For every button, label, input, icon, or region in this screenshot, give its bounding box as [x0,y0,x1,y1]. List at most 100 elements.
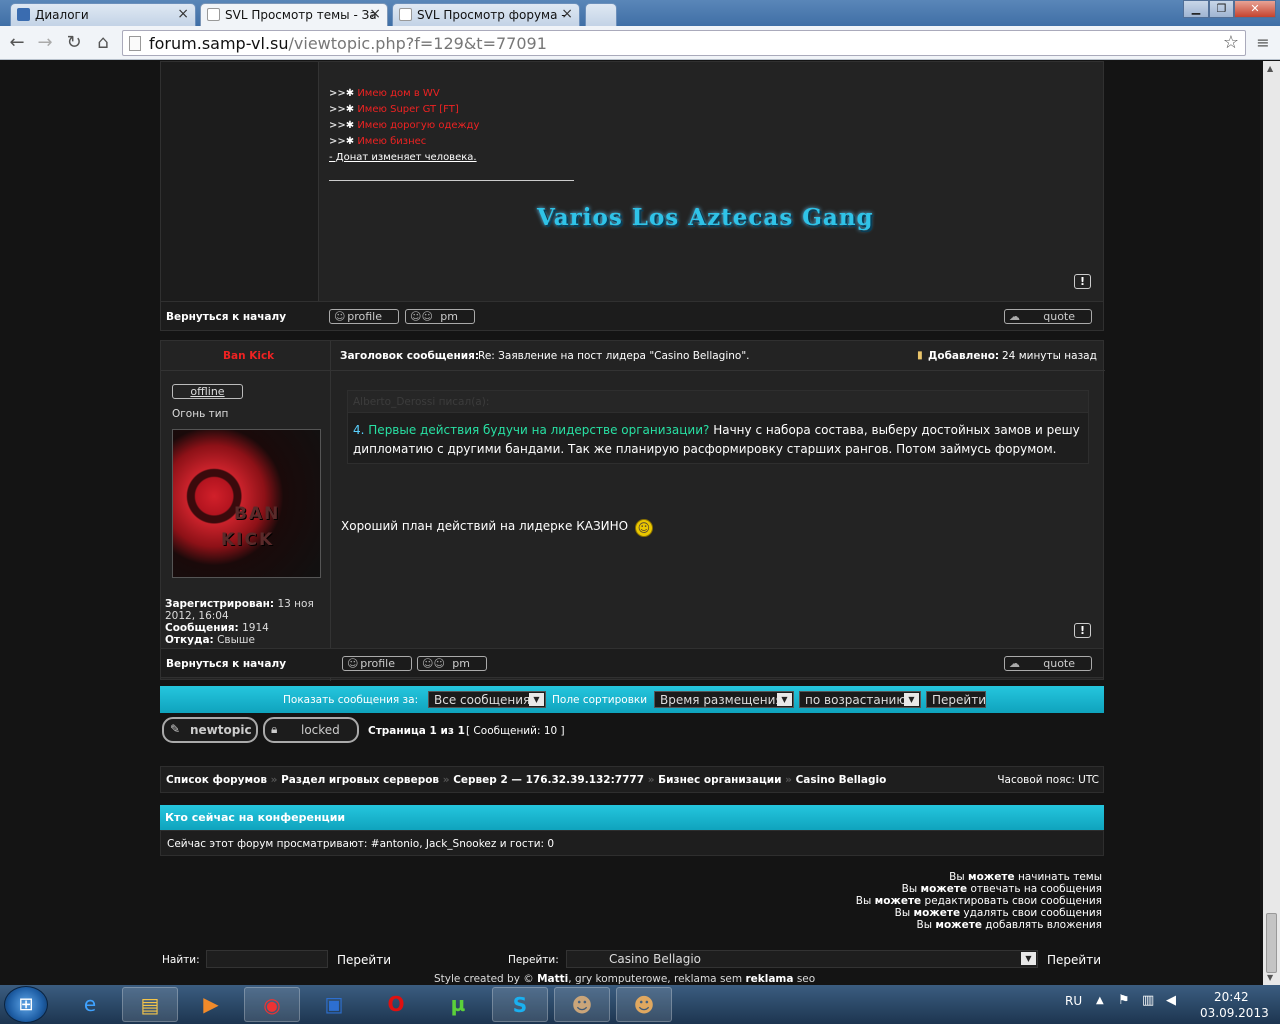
floppy-icon[interactable]: ▣ [306,987,362,1022]
explorer-icon[interactable]: ▤ [122,987,178,1022]
vertical-scrollbar[interactable]: ▲ ▼ [1263,61,1280,985]
game-icon[interactable]: ☻ [554,987,610,1022]
profile-button[interactable]: ☺ profile [329,309,399,324]
online-header: Кто сейчас на конференции [160,805,1104,830]
prev-post-profile-col [161,62,319,329]
game-icon-2[interactable]: ☻ [616,987,672,1022]
url-path: /viewtopic.php?f=129&t=77091 [288,34,547,53]
home-icon[interactable]: ⌂ [92,32,114,54]
bookmark-star-icon[interactable]: ☆ [1223,32,1239,53]
chevron-down-icon: ▼ [1021,952,1036,965]
quote-button[interactable]: ☁ quote [1004,309,1092,324]
post-profile-col: offline Огонь тип BAN KICK Зарегистриров… [161,371,331,681]
language-indicator[interactable]: RU [1065,994,1082,1008]
sig-line: >>✱ Имею дорогую одежду [329,120,480,131]
chrome-icon[interactable]: ◉ [244,987,300,1022]
quote-button[interactable]: ☁ quote [1004,656,1092,671]
opera-icon[interactable]: O [368,987,424,1022]
pencil-icon: ✎ [170,722,181,736]
address-bar[interactable]: forum.samp-vl.su/viewtopic.php?f=129&t=7… [122,30,1246,56]
new-tab-button[interactable] [585,3,617,26]
lock-icon: 🔒︎ [271,722,278,736]
sort-select[interactable]: Время размещения ▼ [654,691,794,708]
sig-line: >>✱ Имею Super GT [FT] [329,104,459,115]
subject-label: Заголовок сообщения: [340,350,480,362]
tab-view-topic[interactable]: SVL Просмотр темы - За × [200,3,388,26]
back-icon[interactable]: ← [6,32,28,54]
close-tab-icon[interactable]: × [369,6,381,22]
show-label: Показать сообщения за: [283,694,419,706]
menu-icon[interactable]: ≡ [1252,32,1274,54]
show-select[interactable]: Все сообщения ▼ [428,691,546,708]
users-icon: ☺☺ [410,310,433,323]
pm-button[interactable]: ☺☺ pm [417,656,487,671]
jump-select[interactable]: Casino Bellagio ▼ [566,950,1038,968]
scroll-up-icon[interactable]: ▲ [1267,64,1273,73]
timezone: Часовой пояс: UTC [997,774,1099,786]
sig-line: >>✱ Имею бизнес [329,136,427,147]
report-icon[interactable]: ! [1074,274,1091,289]
prev-post-signature: >>✱ Имею дом в WV >>✱ Имею Super GT [FT]… [329,86,729,181]
post-date: 24 минуты назад [1002,350,1097,362]
back-to-top-link[interactable]: Вернуться к началу [166,311,286,323]
search-input[interactable] [206,950,328,968]
action-center-icon[interactable]: ⚑ [1118,993,1130,1008]
search-label: Найти: [162,954,200,966]
page-icon [399,8,412,21]
online-status-badge: offline [172,384,243,399]
profile-button[interactable]: ☺ profile [342,656,412,671]
reload-icon[interactable]: ↻ [63,32,85,54]
media-player-icon[interactable]: ▶ [183,987,239,1022]
breadcrumb: Список форумов » Раздел игровых серверов… [160,766,1104,793]
page-icon [129,36,141,51]
tab-title: SVL Просмотр форума - [417,8,566,22]
post-icon[interactable]: ▮ [917,349,923,361]
close-tab-icon[interactable]: × [177,6,189,22]
utorrent-icon[interactable]: µ [430,987,486,1022]
breadcrumb-item[interactable]: Casino Bellagio [796,774,887,786]
sort-bar: Показать сообщения за: Все сообщения ▼ По… [160,686,1104,713]
close-window-icon[interactable]: ✕ [1234,0,1276,18]
ie-icon[interactable]: e [62,987,118,1022]
post: Ban Kick Заголовок сообщения: Re: Заявле… [160,340,1105,681]
breadcrumb-item[interactable]: Список форумов [166,774,267,786]
breadcrumb-item[interactable]: Бизнес организации [658,774,781,786]
gang-banner: Varios Los Aztecas Gang [537,204,874,231]
order-select[interactable]: по возрастанию ▼ [799,691,921,708]
clock-date[interactable]: 03.09.2013 [1200,1006,1269,1020]
show-hidden-icons[interactable]: ▲ [1096,995,1104,1006]
sort-go-button[interactable]: Перейти [926,691,986,708]
forward-icon[interactable]: → [34,32,56,54]
breadcrumb-item[interactable]: Раздел игровых серверов [281,774,439,786]
minimize-icon[interactable]: ▁ [1183,0,1209,18]
clock-time[interactable]: 20:42 [1214,990,1249,1004]
post-reply-text: Хороший план действий на лидерке КАЗИНО … [341,519,653,537]
speech-bubble-icon: ☁ [1009,310,1020,323]
skype-icon[interactable]: S [492,987,548,1022]
search-go-button[interactable]: Перейти [337,953,391,967]
user-details: Зарегистрирован: 13 ноя 2012, 16:04 Сооб… [165,598,314,646]
post-count: [ Сообщений: 10 ] [466,725,565,737]
jump-go-button[interactable]: Перейти [1047,953,1101,967]
back-to-top-link[interactable]: Вернуться к началу [166,658,286,670]
tab-title: Диалоги [35,8,89,22]
taskbar: ⊞ e ▤ ▶ ◉ ▣ O µ S ☻ ☻ RU ▲ ⚑ ▥ ◀ 20:42 0… [0,985,1280,1024]
quote-text: 4. Первые действия будучи на лидерстве о… [353,423,1080,456]
post-author[interactable]: Ban Kick [223,350,274,362]
volume-icon[interactable]: ◀ [1166,993,1176,1008]
sig-divider [329,180,574,181]
maximize-icon[interactable]: ❐ [1209,0,1234,18]
tab-view-forum[interactable]: SVL Просмотр форума - × [392,3,580,26]
page-indicator: Страница 1 из 1 [368,725,465,737]
scroll-down-icon[interactable]: ▼ [1267,973,1273,982]
close-tab-icon[interactable]: × [561,6,573,22]
pm-button[interactable]: ☺☺ pm [405,309,475,324]
report-icon[interactable]: ! [1074,623,1091,638]
network-icon[interactable]: ▥ [1142,993,1154,1008]
breadcrumb-item[interactable]: Сервер 2 — 176.32.39.132:7777 [453,774,644,786]
locked-button[interactable]: 🔒︎ locked [263,717,359,743]
start-button[interactable]: ⊞ [4,986,48,1023]
scrollbar-thumb[interactable] [1266,913,1277,973]
tab-dialogs[interactable]: Диалоги × [10,3,196,26]
new-topic-button[interactable]: ✎ newtopic [162,717,258,743]
